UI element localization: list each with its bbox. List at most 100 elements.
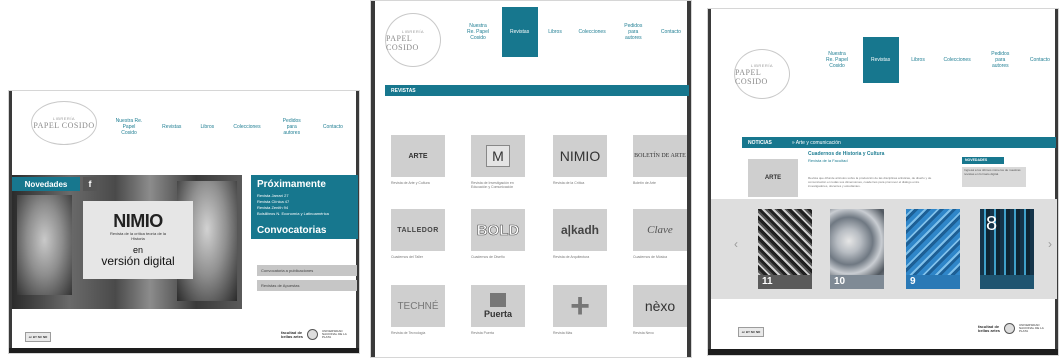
cover-number: 8: [986, 213, 998, 235]
nav-item-libros[interactable]: Libros: [542, 7, 568, 57]
nav-item-contacto[interactable]: Contacto: [317, 117, 349, 137]
section-title: NOTICIAS: [748, 140, 772, 146]
nav-item-revistas[interactable]: Revistas: [862, 37, 899, 83]
nav-item-pedidos[interactable]: Pedidos para autores: [616, 7, 650, 57]
tile-caption: Cuadernos de Diseño: [471, 255, 505, 259]
magazine-cover[interactable]: 9: [906, 209, 960, 289]
tile-caption: Revista Puerta: [471, 331, 494, 335]
tile-caption: Revista Nexo: [633, 331, 654, 335]
tile-logo: Clave: [647, 224, 673, 236]
hero-face-left: [17, 195, 72, 295]
magazine-cover[interactable]: 11: [758, 209, 812, 289]
nav-item-nuestra[interactable]: Nuestra Re. Papel Cosido: [459, 7, 497, 57]
tile-caption: Revista de Investigación en Educación y …: [471, 181, 514, 190]
nav-item-colecciones[interactable]: Colecciones: [572, 7, 611, 57]
cc-license-badge[interactable]: cc BY NC ND: [738, 327, 764, 337]
magazine-cover[interactable]: 8: [980, 209, 1034, 289]
logo[interactable]: LIBRERÍA PAPEL COSIDO: [385, 13, 441, 67]
faculty-line2: bellas artes: [281, 333, 304, 339]
cover-strip: [980, 275, 1034, 289]
tile-logo: BOLD: [476, 221, 520, 239]
magazine-tile[interactable]: ARTE: [391, 135, 445, 177]
revistas-screenshot: LIBRERÍA PAPEL COSIDO Nuestra Re. Papel …: [370, 0, 692, 358]
proximamente-title: Próximamente: [257, 179, 326, 190]
carousel-next-arrow[interactable]: ›: [1048, 237, 1052, 251]
nav-item-nuestra[interactable]: Nuestra Re. Papel Cosido: [109, 117, 149, 137]
nav-item-revistas[interactable]: Revistas: [501, 7, 538, 57]
magazine-tile[interactable]: BOLETÍN DE ARTE: [633, 135, 687, 177]
tile-logo: TALLEDOR: [397, 226, 439, 234]
noticias-screenshot: LIBRERÍA PAPEL COSIDO Nuestra Re. Papel …: [707, 8, 1059, 356]
nav-item-colecciones[interactable]: Colecciones: [227, 117, 266, 137]
university-name: UNIVERSIDAD NACIONAL DE LA PLATA: [1019, 322, 1044, 334]
nav-item-contacto[interactable]: Contacto: [655, 7, 687, 57]
facebook-icon[interactable]: f: [83, 177, 97, 191]
carousel-prev-arrow[interactable]: ‹: [734, 237, 738, 251]
puerta-mark-icon: [490, 293, 506, 307]
logo-name: PAPEL COSIDO: [735, 67, 768, 86]
novedades-label: Novedades: [24, 179, 68, 189]
breadcrumb[interactable]: » Arte y comunicación: [792, 140, 841, 146]
logo-name: PAPEL COSIDO: [386, 33, 419, 52]
magazine-tile[interactable]: M: [471, 135, 525, 177]
news-sidebar-text[interactable]: Ingresá a los últimos números de nuestra…: [962, 167, 1026, 187]
logo[interactable]: LIBRERÍA PAPEL COSIDO: [31, 101, 97, 145]
nav-item-contacto[interactable]: Contacto: [1024, 37, 1056, 83]
novedades-tab[interactable]: Novedades: [12, 177, 80, 191]
tile-caption: Revista de Tecnología: [391, 331, 426, 335]
frame-edge-left: [371, 1, 375, 357]
university-seal-icon: [1004, 323, 1016, 334]
hero-banner-card[interactable]: NIMIO Revista de la crítica teoría de la…: [83, 201, 193, 279]
nav-item-libros[interactable]: Libros: [195, 117, 221, 137]
magazine-tile[interactable]: TALLEDOR: [391, 209, 445, 251]
convocatorias-box[interactable]: Convocatorias: [251, 223, 358, 239]
faculty-line2: bellas artes: [978, 327, 1001, 333]
article-body: Revista que difunde artículos sobre la p…: [808, 176, 932, 189]
tile-caption: Revista de Arquitectura: [553, 255, 590, 259]
magazine-tile[interactable]: TECHNÉ: [391, 285, 445, 327]
news-sidebar-title: NOVEDADES: [962, 157, 1004, 164]
magazine-tile[interactable]: BOLD: [471, 209, 525, 251]
magazine-tile[interactable]: nèxo: [633, 285, 687, 327]
article-title[interactable]: Cuadernos de Historia y Cultura: [808, 151, 884, 157]
tile-caption: Cuadernos de Música: [633, 255, 668, 259]
tile-caption: Revista de Arte y Cultura: [391, 181, 430, 185]
university-logos[interactable]: facultad de bellas artes UNIVERSIDAD NAC…: [281, 329, 350, 340]
cc-license-badge[interactable]: cc BY NC ND: [25, 332, 51, 342]
nav-item-pedidos[interactable]: Pedidos para autores: [274, 117, 310, 137]
magazine-tile[interactable]: Clave: [633, 209, 687, 251]
section-header-revistas: REVISTAS: [385, 85, 689, 96]
tile-logo: ARTE: [408, 152, 428, 160]
university-logos[interactable]: facultad de bellas artes UNIVERSIDAD NAC…: [978, 323, 1047, 334]
side-link-convocatoria[interactable]: Convocatoria a publicaciones: [257, 265, 357, 276]
magazine-tile[interactable]: a|kadh: [553, 209, 607, 251]
tile-caption: Cuadernos del Taller: [391, 255, 424, 259]
side-link-revistas[interactable]: Revistas de Apuestas: [257, 280, 357, 291]
nav-item-nuestra[interactable]: Nuestra Re. Papel Cosido: [818, 37, 856, 83]
article-thumbnail[interactable]: ARTE: [748, 159, 798, 197]
tile-logo: TECHNÉ: [397, 300, 439, 312]
tile-logo: M: [486, 145, 510, 167]
cover-number: 9: [910, 276, 916, 287]
nav-item-pedidos[interactable]: Pedidos para autores: [983, 37, 1017, 83]
magazine-tile[interactable]: NIMIO: [553, 135, 607, 177]
tile-caption: Revista Más: [553, 331, 573, 335]
tile-logo: a|kadh: [560, 223, 600, 237]
nav-item-libros[interactable]: Libros: [905, 37, 931, 83]
footer-bar: [9, 348, 359, 353]
proximamente-item[interactable]: Bolsilibros N. Economía y Latinoamérica: [257, 211, 352, 217]
banner-subtitle: Revista de la crítica teoría de la Histo…: [109, 231, 167, 241]
magazine-cover[interactable]: 10: [830, 209, 884, 289]
logo[interactable]: LIBRERÍA PAPEL COSIDO: [734, 49, 790, 99]
thumbnail-logo: ARTE: [764, 175, 782, 181]
logo-name: PAPEL COSIDO: [33, 121, 95, 130]
nav-item-revistas[interactable]: Revistas: [156, 117, 187, 137]
tile-logo: NIMIO: [559, 148, 601, 164]
magazine-tile[interactable]: +: [553, 285, 607, 327]
magazine-tile[interactable]: Puerta: [471, 285, 525, 327]
banner-title: NIMIO: [113, 211, 163, 232]
frame-edge-right: [687, 1, 691, 357]
nav-item-colecciones[interactable]: Colecciones: [937, 37, 976, 83]
frame-edge-left: [708, 9, 711, 355]
tile-caption: Boletín de Arte: [633, 181, 656, 185]
